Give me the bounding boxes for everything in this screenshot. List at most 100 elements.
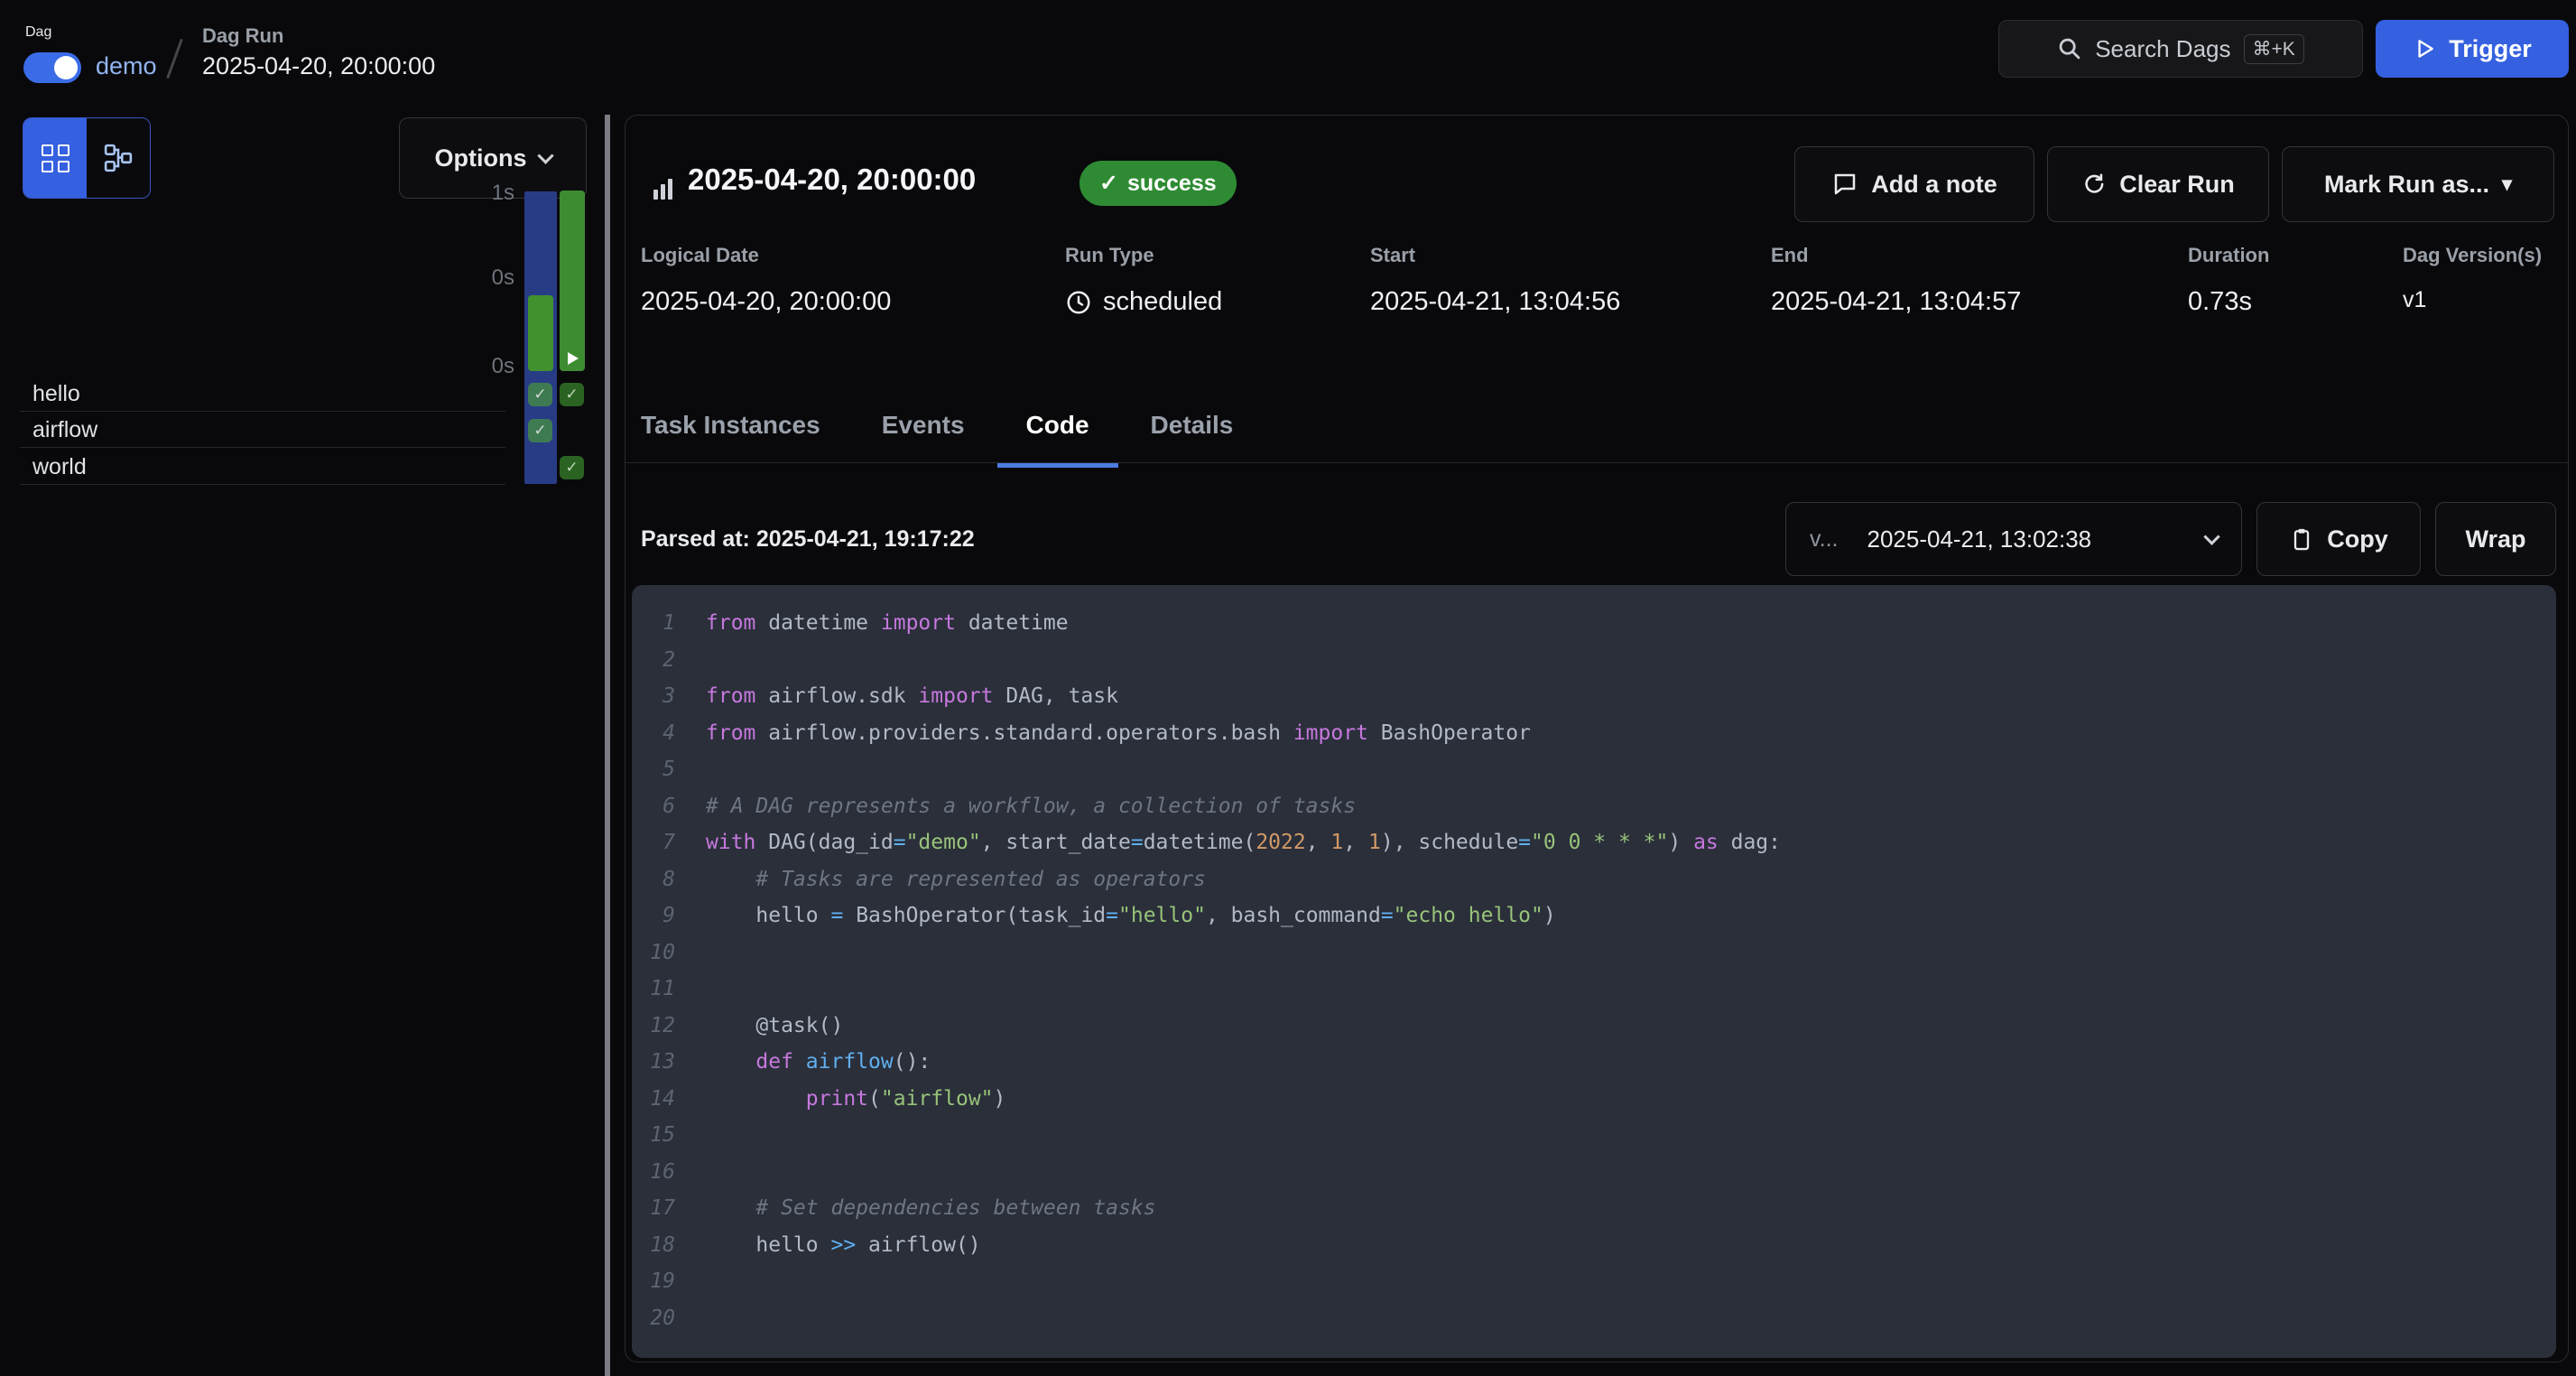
line-number: 14 xyxy=(632,1081,675,1118)
task-instance-square-world[interactable]: ✓ xyxy=(560,456,584,479)
task-instance-square-hello[interactable]: ✓ xyxy=(528,383,552,406)
graph-view-button[interactable] xyxy=(87,118,150,198)
code-line-9: 9 hello = BashOperator(task_id="hello", … xyxy=(632,897,2556,934)
line-number: 5 xyxy=(632,751,675,788)
meta-label-4: Duration xyxy=(2188,244,2269,267)
trigger-button[interactable]: Trigger xyxy=(2376,20,2569,78)
meta-label-0: Logical Date xyxy=(641,244,759,267)
meta-label-2: Start xyxy=(1370,244,1415,267)
line-number: 18 xyxy=(632,1227,675,1264)
view-mode-segmented-control xyxy=(23,117,151,199)
play-icon xyxy=(2413,37,2436,60)
caret-down-icon: ▾ xyxy=(2502,172,2512,196)
breadcrumb-separator xyxy=(166,39,183,79)
tab-details[interactable]: Details xyxy=(1122,388,1263,462)
chevron-down-icon xyxy=(537,147,553,163)
line-number: 11 xyxy=(632,971,675,1008)
dag-version-select[interactable]: v... 2025-04-21, 13:02:38 xyxy=(1785,502,2242,576)
code-line-8: 8 # Tasks are represented as operators xyxy=(632,861,2556,898)
line-number: 16 xyxy=(632,1154,675,1191)
selected-run-duration-bar[interactable] xyxy=(528,295,553,371)
search-label: Search Dags xyxy=(2095,35,2230,63)
run-chart-icon xyxy=(653,179,672,200)
meta-label-5: Dag Version(s) xyxy=(2403,244,2542,267)
version-prefix: v... xyxy=(1810,526,1838,553)
code-line-3: 3from airflow.sdk import DAG, task xyxy=(632,678,2556,715)
tab-events[interactable]: Events xyxy=(853,388,994,462)
tab-code[interactable]: Code xyxy=(997,388,1118,462)
line-number: 15 xyxy=(632,1117,675,1154)
code-line-16: 16 xyxy=(632,1154,2556,1191)
search-shortcut-kbd: ⌘+K xyxy=(2244,34,2304,64)
copy-label: Copy xyxy=(2327,525,2388,553)
status-text: success xyxy=(1127,171,1217,197)
line-number: 20 xyxy=(632,1300,675,1337)
code-line-7: 7with DAG(dag_id="demo", start_date=date… xyxy=(632,824,2556,861)
meta-label-3: End xyxy=(1771,244,1809,267)
wrap-button[interactable]: Wrap xyxy=(2435,502,2556,576)
meta-value-5: v1 xyxy=(2403,287,2426,313)
line-number: 2 xyxy=(632,642,675,679)
code-line-11: 11 xyxy=(632,971,2556,1008)
grid-view-button[interactable] xyxy=(23,118,87,198)
line-number: 17 xyxy=(632,1190,675,1227)
breadcrumb-dag-run-value: 2025-04-20, 20:00:00 xyxy=(202,52,435,80)
toggle-knob xyxy=(54,56,78,79)
mark-run-as-label: Mark Run as... xyxy=(2324,171,2489,199)
wrap-label: Wrap xyxy=(2465,525,2525,553)
line-number: 6 xyxy=(632,788,675,825)
code-line-19: 19 xyxy=(632,1263,2556,1300)
dag-name-link[interactable]: demo xyxy=(96,52,157,80)
meta-value-0: 2025-04-20, 20:00:00 xyxy=(641,287,891,317)
mark-run-as-button[interactable]: Mark Run as... ▾ xyxy=(2282,146,2554,222)
meta-label-1: Run Type xyxy=(1065,244,1154,267)
code-line-4: 4from airflow.providers.standard.operato… xyxy=(632,715,2556,752)
dag-pause-toggle[interactable] xyxy=(23,52,81,83)
line-number: 1 xyxy=(632,605,675,642)
code-line-20: 20 xyxy=(632,1300,2556,1337)
clipboard-icon xyxy=(2289,526,2314,552)
note-bubble-icon xyxy=(1831,171,1858,198)
line-number: 7 xyxy=(632,824,675,861)
breadcrumb-dag-run-label: Dag Run xyxy=(202,24,283,48)
task-row-divider xyxy=(20,447,505,448)
line-number: 3 xyxy=(632,678,675,715)
code-line-10: 10 xyxy=(632,934,2556,972)
task-row-label-world[interactable]: world xyxy=(32,454,87,480)
code-line-15: 15 xyxy=(632,1117,2556,1154)
search-icon xyxy=(2057,36,2082,61)
task-row-label-airflow[interactable]: airflow xyxy=(32,417,97,443)
search-dags-button[interactable]: Search Dags ⌘+K xyxy=(1998,20,2363,78)
duration-axis-tick: 0s xyxy=(460,265,514,291)
clear-run-label: Clear Run xyxy=(2119,171,2235,199)
duration-axis-tick: 0s xyxy=(460,354,514,379)
line-number: 9 xyxy=(632,897,675,934)
chevron-down-icon xyxy=(2203,528,2219,544)
clear-run-button[interactable]: Clear Run xyxy=(2047,146,2269,222)
graph-icon xyxy=(104,144,133,172)
meta-value-1: scheduled xyxy=(1065,287,1222,317)
check-icon: ✓ xyxy=(1099,170,1118,197)
code-line-17: 17 # Set dependencies between tasks xyxy=(632,1190,2556,1227)
line-number: 10 xyxy=(632,934,675,972)
code-line-2: 2 xyxy=(632,642,2556,679)
panel-splitter[interactable] xyxy=(605,115,610,1376)
copy-button[interactable]: Copy xyxy=(2256,502,2421,576)
task-instance-square-airflow[interactable]: ✓ xyxy=(528,419,552,442)
breadcrumb-dag-label: Dag xyxy=(25,24,51,41)
line-number: 19 xyxy=(632,1263,675,1300)
add-note-button[interactable]: Add a note xyxy=(1794,146,2034,222)
run-title: 2025-04-20, 20:00:00 xyxy=(688,163,976,197)
dag-run-duration-bar[interactable] xyxy=(560,191,585,371)
code-line-6: 6# A DAG represents a workflow, a collec… xyxy=(632,788,2556,825)
line-number: 12 xyxy=(632,1008,675,1045)
tab-task-instances[interactable]: Task Instances xyxy=(612,388,849,462)
meta-value-2: 2025-04-21, 13:04:56 xyxy=(1370,287,1620,317)
parsed-at-text: Parsed at: 2025-04-21, 19:17:22 xyxy=(641,526,975,553)
code-line-5: 5 xyxy=(632,751,2556,788)
run-play-marker-icon xyxy=(568,352,579,365)
task-row-divider xyxy=(20,484,505,485)
task-instance-square-hello[interactable]: ✓ xyxy=(560,383,584,406)
task-row-label-hello[interactable]: hello xyxy=(32,381,80,407)
task-row-divider xyxy=(20,411,505,412)
